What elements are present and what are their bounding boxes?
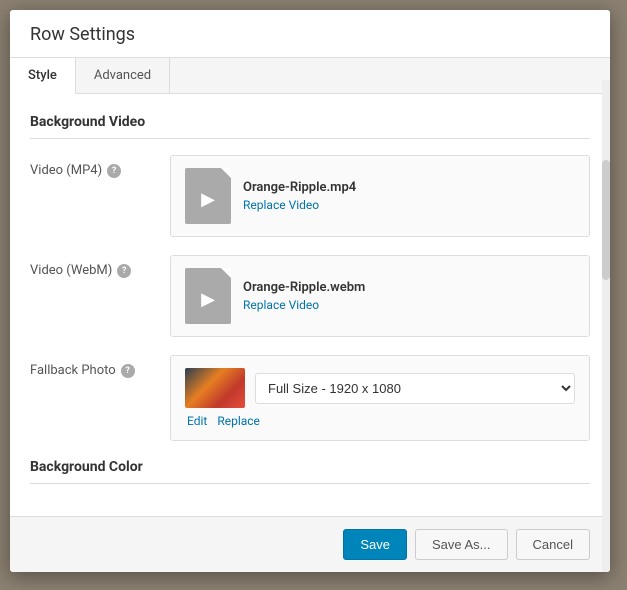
fallback-photo-box: Full Size - 1920 x 1080 Large - 1024 x 5… (170, 355, 590, 441)
row-settings-modal: Row Settings Style Advanced Background V… (10, 10, 610, 572)
fallback-photo-replace-link[interactable]: Replace (217, 414, 260, 428)
fallback-photo-control: Full Size - 1920 x 1080 Large - 1024 x 5… (170, 355, 590, 441)
video-mp4-control: ▶ Orange-Ripple.mp4 Replace Video (170, 155, 590, 237)
fallback-photo-thumbnail (185, 368, 245, 408)
video-file-icon: ▶ (201, 189, 215, 210)
video-webm-label: Video (WebM) ? (30, 255, 170, 278)
video-webm-help-icon[interactable]: ? (117, 264, 131, 278)
video-mp4-row: Video (MP4) ? ▶ Orange-Ripple.mp4 Replac… (30, 155, 590, 237)
save-as-button[interactable]: Save As... (415, 529, 508, 560)
modal-scrollbar[interactable] (602, 80, 610, 572)
video-mp4-file-box: ▶ Orange-Ripple.mp4 Replace Video (170, 155, 590, 237)
fallback-photo-size-select[interactable]: Full Size - 1920 x 1080 Large - 1024 x 5… (255, 373, 575, 404)
tab-style[interactable]: Style (10, 58, 76, 94)
video-mp4-filename: Orange-Ripple.mp4 (243, 180, 356, 195)
tabs-container: Style Advanced (10, 58, 610, 94)
fallback-photo-row: Fallback Photo ? Full Size - 1920 x 1080… (30, 355, 590, 441)
modal-body: Background Video Video (MP4) ? ▶ Orange-… (10, 94, 610, 516)
background-video-heading: Background Video (30, 114, 590, 139)
modal-scrollbar-thumb (602, 160, 610, 280)
save-button[interactable]: Save (343, 529, 407, 560)
modal-footer: Save Save As... Cancel (10, 516, 610, 572)
video-webm-row: Video (WebM) ? ▶ Orange-Ripple.webm Repl… (30, 255, 590, 337)
video-mp4-help-icon[interactable]: ? (107, 164, 121, 178)
video-mp4-label: Video (MP4) ? (30, 155, 170, 178)
video-webm-file-icon: ▶ (185, 268, 231, 324)
video-webm-info: Orange-Ripple.webm Replace Video (243, 280, 365, 312)
video-webm-replace-link[interactable]: Replace Video (243, 298, 365, 312)
fallback-photo-row-inner: Full Size - 1920 x 1080 Large - 1024 x 5… (185, 368, 575, 408)
fallback-photo-label: Fallback Photo ? (30, 355, 170, 378)
tab-advanced[interactable]: Advanced (76, 58, 170, 93)
cancel-button[interactable]: Cancel (516, 529, 590, 560)
video-mp4-info: Orange-Ripple.mp4 Replace Video (243, 180, 356, 212)
video-webm-play-icon: ▶ (201, 289, 215, 310)
video-webm-control: ▶ Orange-Ripple.webm Replace Video (170, 255, 590, 337)
modal-header: Row Settings (10, 10, 610, 58)
background-color-section: Background Color (30, 459, 590, 484)
video-mp4-replace-link[interactable]: Replace Video (243, 198, 356, 212)
background-color-heading: Background Color (30, 459, 590, 484)
fallback-photo-edit-link[interactable]: Edit (187, 414, 207, 428)
fallback-photo-help-icon[interactable]: ? (121, 364, 135, 378)
fallback-photo-actions: Edit Replace (185, 414, 575, 428)
modal-title: Row Settings (30, 24, 590, 45)
fallback-photo-size-select-wrap: Full Size - 1920 x 1080 Large - 1024 x 5… (255, 373, 575, 404)
video-webm-file-box: ▶ Orange-Ripple.webm Replace Video (170, 255, 590, 337)
video-mp4-file-icon: ▶ (185, 168, 231, 224)
video-webm-filename: Orange-Ripple.webm (243, 280, 365, 295)
